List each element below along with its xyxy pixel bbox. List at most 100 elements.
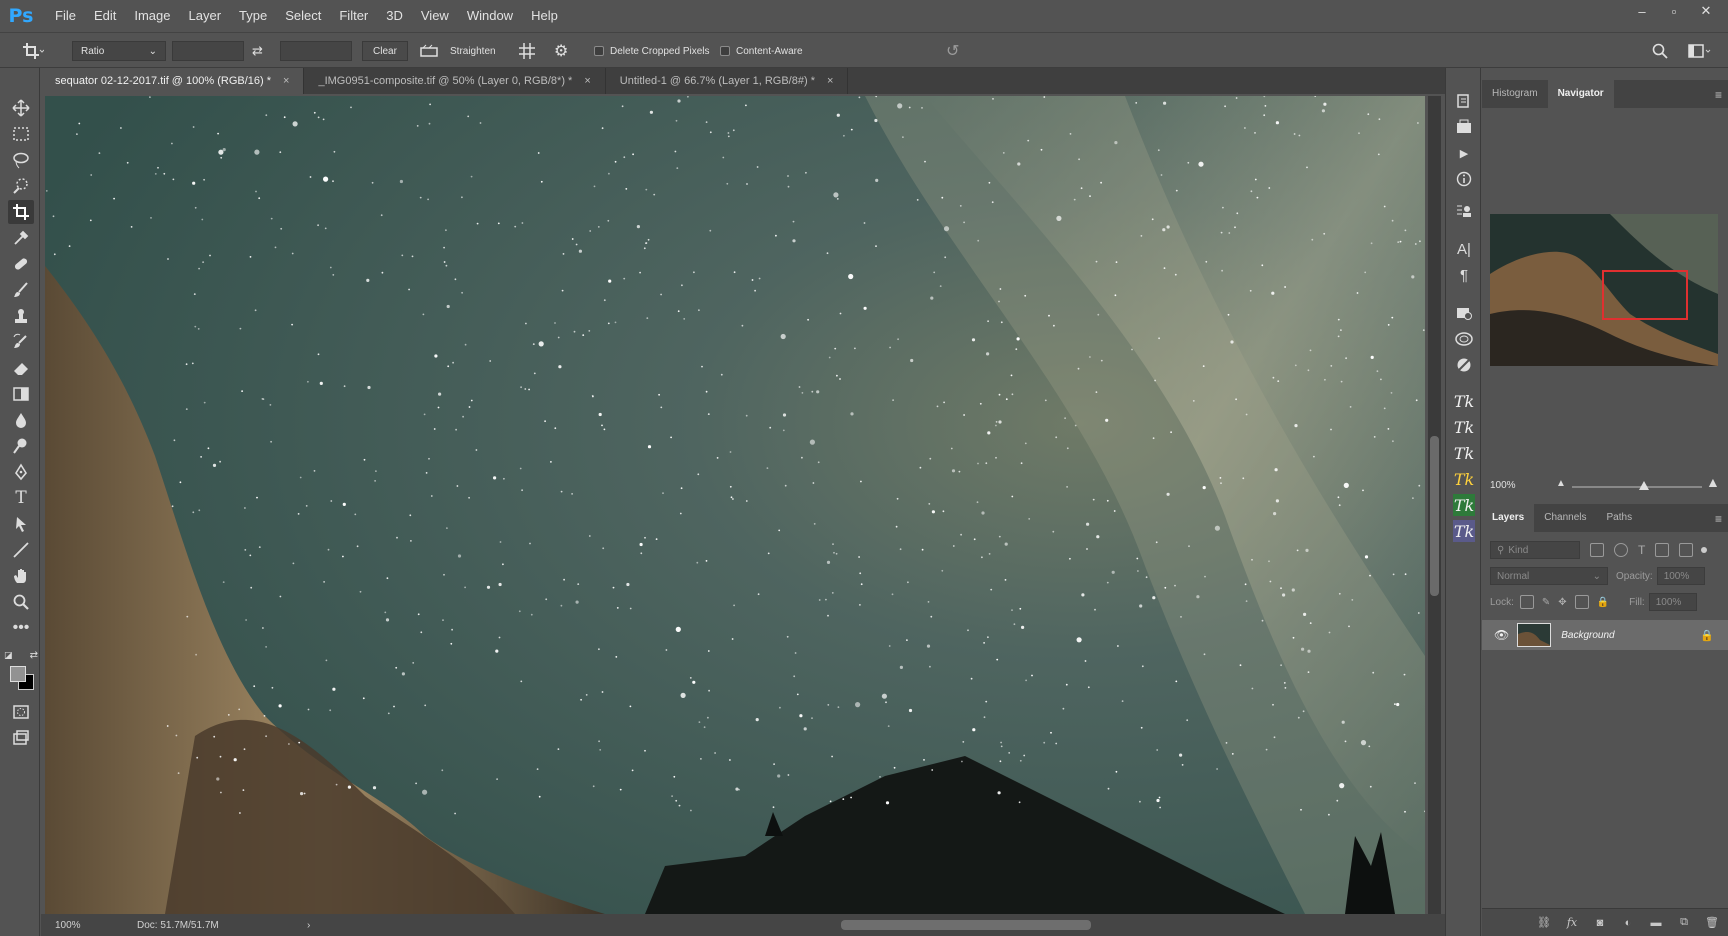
- swap-colors-icon[interactable]: ⇄: [30, 650, 38, 661]
- creative-cloud-icon[interactable]: [1453, 328, 1475, 350]
- filter-toggle-icon[interactable]: [1701, 547, 1708, 553]
- photoshop-logo[interactable]: Ps: [8, 3, 34, 29]
- menu-image[interactable]: Image: [125, 0, 179, 32]
- menu-type[interactable]: Type: [230, 0, 276, 32]
- vertical-scrollbar[interactable]: [1428, 96, 1441, 914]
- trash-icon[interactable]: 🗑: [1704, 915, 1720, 931]
- pen-tool-icon[interactable]: [8, 460, 34, 484]
- height-input[interactable]: [280, 41, 352, 61]
- libraries-icon[interactable]: [1453, 302, 1475, 324]
- shape-filter-icon[interactable]: [1655, 543, 1670, 557]
- kind-filter-select[interactable]: ⚲ Kind: [1490, 541, 1580, 559]
- new-group-icon[interactable]: ▬: [1648, 915, 1664, 931]
- ratio-select[interactable]: Ratio ⌄: [72, 41, 166, 61]
- menu-layer[interactable]: Layer: [180, 0, 231, 32]
- hand-tool-icon[interactable]: [8, 564, 34, 588]
- swap-icon[interactable]: ⇄: [252, 41, 263, 61]
- tab-histogram[interactable]: Histogram: [1482, 80, 1548, 108]
- reset-icon[interactable]: ↺: [946, 41, 959, 61]
- menu-window[interactable]: Window: [458, 0, 522, 32]
- vertical-scroll-thumb[interactable]: [1430, 436, 1439, 596]
- add-mask-icon[interactable]: ◙: [1592, 915, 1608, 931]
- straighten-icon[interactable]: [420, 41, 438, 61]
- lock-transparent-icon[interactable]: [1519, 595, 1534, 609]
- navigator-zoom-slider[interactable]: [1572, 481, 1702, 490]
- menu-file[interactable]: File: [46, 0, 85, 32]
- brush-tool-icon[interactable]: [8, 278, 34, 302]
- opacity-input[interactable]: 100%: [1656, 567, 1705, 585]
- eye-visibility-icon[interactable]: 👁: [1494, 628, 1509, 642]
- menu-view[interactable]: View: [412, 0, 458, 32]
- navigator-zoom-value[interactable]: 100%: [1490, 480, 1516, 491]
- info-icon[interactable]: [1453, 168, 1475, 190]
- lock-all-icon[interactable]: 🔒: [1597, 597, 1609, 608]
- quick-selection-tool-icon[interactable]: [8, 174, 34, 198]
- dodge-tool-icon[interactable]: [8, 434, 34, 458]
- crop-tool-preset-icon[interactable]: [22, 41, 44, 61]
- tab-channels[interactable]: Channels: [1534, 504, 1596, 532]
- close-icon[interactable]: ×: [827, 75, 833, 87]
- actions-icon[interactable]: [1453, 116, 1475, 138]
- fill-input[interactable]: 100%: [1648, 593, 1697, 611]
- layer-name[interactable]: Background: [1561, 630, 1700, 641]
- panel-menu-icon[interactable]: ≡: [1715, 512, 1722, 526]
- smart-object-filter-icon[interactable]: [1679, 543, 1694, 557]
- tk-panel-6-icon[interactable]: Tk: [1453, 520, 1475, 542]
- new-layer-icon[interactable]: ⧉: [1676, 915, 1692, 931]
- minimize-button[interactable]: –: [1626, 0, 1658, 22]
- tab-img0951-composite[interactable]: _IMG0951-composite.tif @ 50% (Layer 0, R…: [304, 68, 606, 94]
- more-tools-icon[interactable]: •••: [8, 616, 34, 640]
- type-tool-icon[interactable]: T: [8, 486, 34, 510]
- menu-edit[interactable]: Edit: [85, 0, 125, 32]
- tk-panel-1-icon[interactable]: Tk: [1453, 390, 1475, 412]
- tk-panel-2-icon[interactable]: Tk: [1453, 416, 1475, 438]
- close-icon[interactable]: ×: [584, 75, 590, 87]
- line-tool-icon[interactable]: [8, 538, 34, 562]
- blur-tool-icon[interactable]: [8, 408, 34, 432]
- clone-stamp-tool-icon[interactable]: [8, 304, 34, 328]
- zoom-out-icon[interactable]: ▲: [1556, 478, 1566, 489]
- tab-layers[interactable]: Layers: [1482, 504, 1535, 532]
- menu-filter[interactable]: Filter: [330, 0, 377, 32]
- blend-mode-select[interactable]: Normal ⌄: [1490, 567, 1608, 585]
- lasso-tool-icon[interactable]: [8, 148, 34, 172]
- zoom-readout[interactable]: 100%: [55, 920, 119, 931]
- zoom-in-icon[interactable]: ▲: [1706, 474, 1720, 490]
- color-swap-controls[interactable]: ◪ ⇄: [4, 648, 38, 662]
- lock-icon[interactable]: 🔒: [1700, 629, 1714, 642]
- gradient-tool-icon[interactable]: [8, 382, 34, 406]
- fx-icon[interactable]: fx: [1564, 915, 1580, 931]
- menu-help[interactable]: Help: [522, 0, 567, 32]
- crop-tool-icon[interactable]: [8, 200, 34, 224]
- history-icon[interactable]: [1453, 90, 1475, 112]
- foreground-color-swatch[interactable]: [10, 666, 26, 682]
- document-canvas[interactable]: [45, 96, 1425, 914]
- straighten-label[interactable]: Straighten: [450, 41, 496, 61]
- clear-button[interactable]: Clear: [362, 41, 408, 61]
- restore-button[interactable]: ▫: [1658, 0, 1690, 22]
- menu-3d[interactable]: 3D: [377, 0, 412, 32]
- tab-untitled-1[interactable]: Untitled-1 @ 66.7% (Layer 1, RGB/8#) * ×: [606, 68, 849, 94]
- link-layers-icon[interactable]: ⛓: [1536, 915, 1552, 931]
- delete-cropped-checkbox[interactable]: Delete Cropped Pixels: [594, 41, 710, 61]
- adjustment-filter-icon[interactable]: [1614, 543, 1628, 557]
- zoom-tool-icon[interactable]: [8, 590, 34, 614]
- width-input[interactable]: [172, 41, 244, 61]
- adjustments-icon[interactable]: [1453, 354, 1475, 376]
- content-aware-checkbox[interactable]: Content-Aware: [720, 41, 803, 61]
- close-button[interactable]: ✕: [1690, 0, 1722, 22]
- menu-select[interactable]: Select: [276, 0, 330, 32]
- move-tool-icon[interactable]: [8, 96, 34, 120]
- close-icon[interactable]: ×: [283, 75, 289, 87]
- screen-mode-icon[interactable]: [8, 726, 34, 750]
- new-adjustment-icon[interactable]: ◐: [1620, 915, 1636, 931]
- default-colors-icon[interactable]: ◪: [4, 650, 13, 661]
- workspace-icon[interactable]: [1688, 41, 1712, 61]
- properties-icon[interactable]: [1453, 200, 1475, 222]
- lock-position-icon[interactable]: ✥: [1558, 597, 1566, 608]
- tab-navigator[interactable]: Navigator: [1547, 80, 1614, 108]
- path-selection-tool-icon[interactable]: [8, 512, 34, 536]
- lock-artboard-icon[interactable]: [1574, 595, 1589, 609]
- marquee-tool-icon[interactable]: [8, 122, 34, 146]
- history-brush-tool-icon[interactable]: [8, 330, 34, 354]
